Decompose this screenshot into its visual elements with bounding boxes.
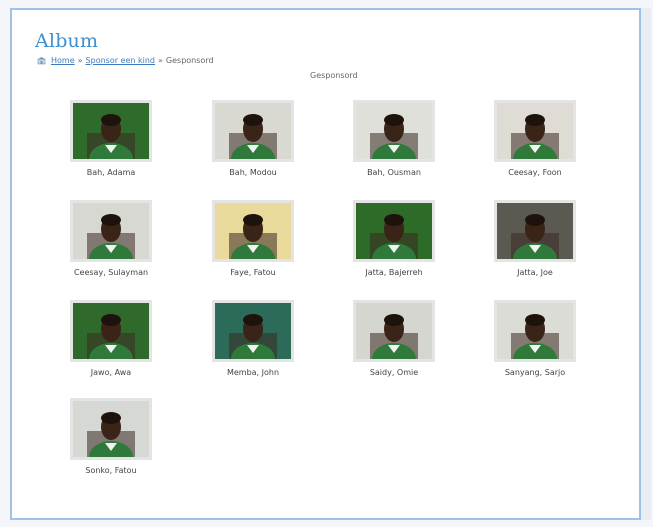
child-photo[interactable] [70, 200, 152, 262]
photo-item[interactable]: Jatta, Joe [480, 200, 590, 277]
child-name[interactable]: Ceesay, Foon [480, 168, 590, 177]
child-name[interactable]: Bah, Ousman [339, 168, 449, 177]
photo-item[interactable]: Sonko, Fatou [56, 398, 166, 475]
photo-item[interactable]: Ceesay, Sulayman [56, 200, 166, 277]
photo-item[interactable]: Ceesay, Foon [480, 100, 590, 177]
child-name[interactable]: Sanyang, Sarjo [480, 368, 590, 377]
child-photo[interactable] [353, 100, 435, 162]
child-photo[interactable] [494, 300, 576, 362]
child-photo[interactable] [70, 398, 152, 460]
photo-item[interactable]: Faye, Fatou [198, 200, 308, 277]
child-photo[interactable] [70, 100, 152, 162]
child-name[interactable]: Jatta, Joe [480, 268, 590, 277]
photo-item[interactable]: Saidy, Omie [339, 300, 449, 377]
page: Album Home » Sponsor een kind » Gesponso… [0, 0, 653, 527]
photo-item[interactable]: Jatta, Bajerreh [339, 200, 449, 277]
photo-grid: Bah, Adama Bah, Modou Bah, Ousman Ceesay, F… [0, 0, 653, 527]
photo-item[interactable]: Bah, Modou [198, 100, 308, 177]
child-photo[interactable] [494, 200, 576, 262]
photo-item[interactable]: Sanyang, Sarjo [480, 300, 590, 377]
child-photo[interactable] [212, 200, 294, 262]
child-photo[interactable] [70, 300, 152, 362]
child-name[interactable]: Bah, Adama [56, 168, 166, 177]
child-name[interactable]: Jatta, Bajerreh [339, 268, 449, 277]
child-photo[interactable] [212, 300, 294, 362]
child-name[interactable]: Jawo, Awa [56, 368, 166, 377]
child-name[interactable]: Sonko, Fatou [56, 466, 166, 475]
child-name[interactable]: Bah, Modou [198, 168, 308, 177]
photo-item[interactable]: Bah, Ousman [339, 100, 449, 177]
child-name[interactable]: Memba, John [198, 368, 308, 377]
child-photo[interactable] [494, 100, 576, 162]
child-photo[interactable] [212, 100, 294, 162]
child-name[interactable]: Faye, Fatou [198, 268, 308, 277]
photo-item[interactable]: Bah, Adama [56, 100, 166, 177]
child-name[interactable]: Saidy, Omie [339, 368, 449, 377]
photo-item[interactable]: Memba, John [198, 300, 308, 377]
child-name[interactable]: Ceesay, Sulayman [56, 268, 166, 277]
photo-item[interactable]: Jawo, Awa [56, 300, 166, 377]
child-photo[interactable] [353, 200, 435, 262]
child-photo[interactable] [353, 300, 435, 362]
